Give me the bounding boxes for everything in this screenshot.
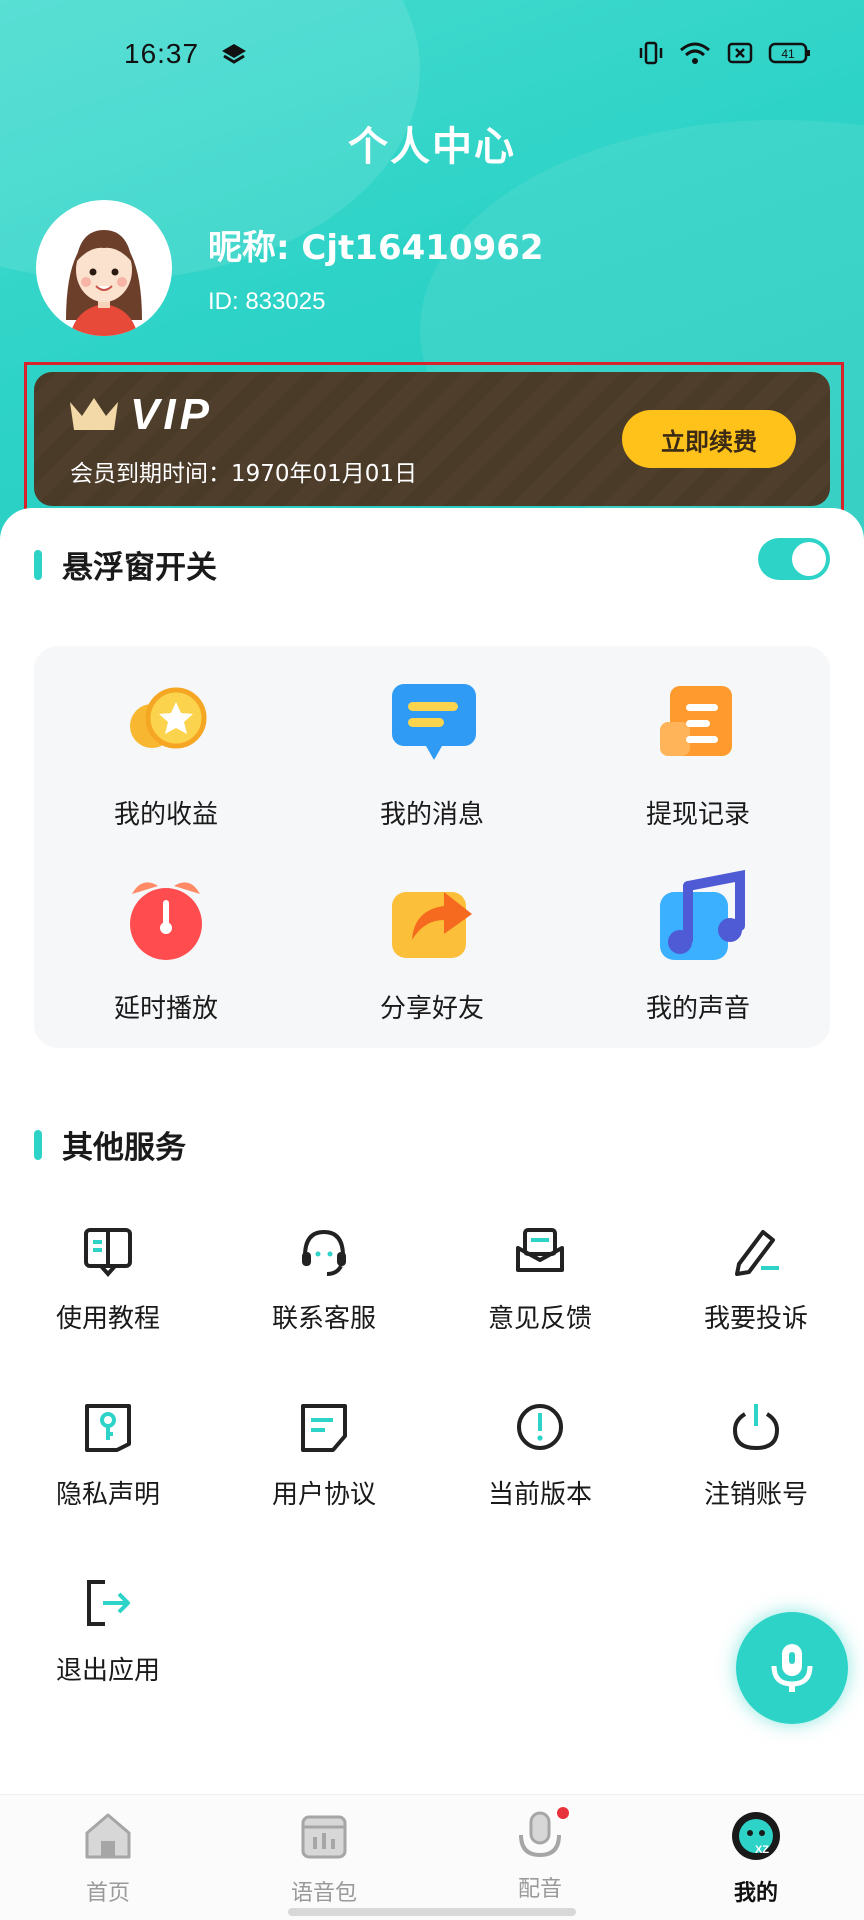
nav-profile[interactable]: XZ 我的 [681, 1809, 831, 1907]
feature-my-messages[interactable]: 我的消息 [332, 676, 532, 831]
coin-icon [130, 687, 207, 749]
message-icon [392, 684, 476, 760]
avatar-girl-icon [66, 230, 142, 336]
wifi-icon [680, 42, 710, 64]
nav-home[interactable]: 首页 [33, 1809, 183, 1907]
headset-icon [302, 1229, 346, 1276]
home-indicator [288, 1908, 576, 1916]
service-user-agreement[interactable]: 用户协议 [244, 1400, 404, 1511]
service-tutorial[interactable]: 使用教程 [28, 1224, 188, 1335]
nav-dubbing[interactable]: 配音 [465, 1805, 615, 1903]
vip-expire-text: 会员到期时间：1970年01月01日 [70, 461, 418, 487]
music-icon [660, 869, 745, 960]
float-window-toggle[interactable] [758, 538, 830, 580]
service-complaint[interactable]: 我要投诉 [676, 1224, 836, 1335]
floating-mic-button[interactable] [736, 1612, 848, 1724]
crown-icon [70, 398, 118, 430]
mail-icon [516, 1228, 564, 1272]
vip-card[interactable]: VIP 会员到期时间：1970年01月01日 立即续费 [34, 372, 830, 506]
svg-text:XZ: XZ [755, 1844, 769, 1856]
user-id: ID: 833025 [208, 288, 326, 315]
float-window-label: 悬浮窗开关 [62, 550, 217, 586]
profile-icon: XZ [732, 1812, 780, 1860]
feature-my-earnings[interactable]: 我的收益 [66, 676, 266, 831]
other-services-title: 其他服务 [62, 1130, 186, 1166]
logout-icon [87, 1580, 130, 1626]
notification-dot [555, 1805, 571, 1821]
page-title: 个人中心 [348, 124, 516, 170]
nickname: 昵称: Cjt16410962 [208, 228, 544, 268]
mic-icon [771, 1644, 813, 1692]
service-exit-app[interactable]: 退出应用 [28, 1576, 188, 1687]
document-icon [301, 1404, 347, 1452]
service-contact-support[interactable]: 联系客服 [244, 1224, 404, 1335]
voice-pack-icon [301, 1815, 347, 1859]
nav-voice-pack[interactable]: 语音包 [249, 1809, 399, 1907]
vibrate-icon [639, 41, 663, 65]
other-services-header: 其他服务 [34, 1122, 186, 1167]
float-window-header: 悬浮窗开关 [34, 542, 217, 587]
share-icon [392, 892, 472, 958]
alarm-clock-icon [130, 882, 202, 960]
renew-button[interactable]: 立即续费 [622, 410, 796, 468]
sim-icon [727, 42, 753, 64]
power-icon [732, 1404, 780, 1451]
feature-delay-play[interactable]: 延时播放 [66, 870, 266, 1025]
service-cancel-account[interactable]: 注销账号 [676, 1400, 836, 1511]
key-icon [85, 1404, 131, 1452]
layers-icon [222, 44, 246, 64]
service-current-version[interactable]: 当前版本 [460, 1400, 620, 1511]
info-icon [517, 1404, 563, 1450]
service-privacy[interactable]: 隐私声明 [28, 1400, 188, 1511]
home-icon [85, 1813, 131, 1859]
vip-badge: VIP [130, 390, 213, 439]
status-time: 16:37 [124, 38, 200, 69]
service-feedback[interactable]: 意见反馈 [460, 1224, 620, 1335]
svg-text:41: 41 [781, 47, 795, 61]
avatar[interactable] [36, 200, 172, 336]
battery-icon: 41 [768, 42, 810, 64]
pen-icon [735, 1230, 779, 1276]
book-icon [84, 1228, 132, 1278]
status-bar: 16:37 41 [0, 0, 864, 110]
record-icon [660, 686, 732, 756]
feature-my-voice[interactable]: 我的声音 [598, 869, 798, 1025]
bottom-nav: 首页 语音包 配音 XZ 我的 [0, 1794, 864, 1920]
feature-share-friends[interactable]: 分享好友 [332, 870, 532, 1025]
feature-withdraw-records[interactable]: 提现记录 [598, 676, 798, 831]
